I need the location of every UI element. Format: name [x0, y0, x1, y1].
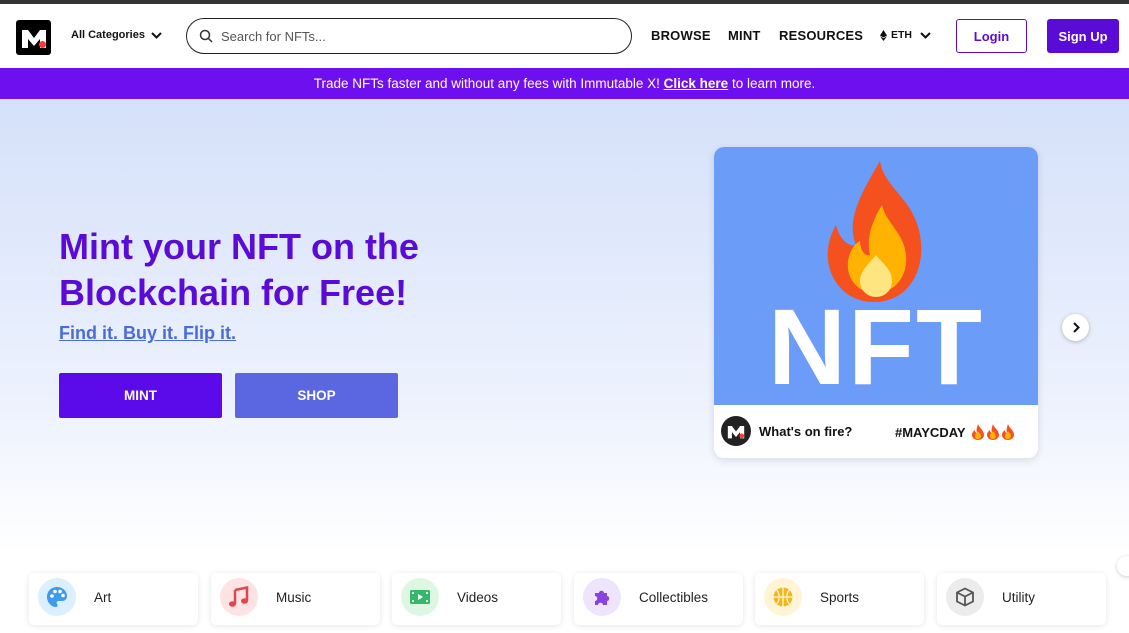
promo-banner: Trade NFTs faster and without any fees w…: [0, 68, 1129, 99]
signup-button[interactable]: Sign Up: [1047, 19, 1119, 53]
currency-selector[interactable]: ETH: [880, 29, 931, 41]
nft-image-text: NFT: [768, 286, 984, 407]
banner-link[interactable]: Click here: [664, 76, 729, 91]
fire-icon: [827, 161, 922, 302]
shop-button[interactable]: SHOP: [235, 373, 398, 418]
card-tag-label: #MAYCDAY: [895, 424, 966, 440]
category-label: Music: [276, 590, 312, 605]
featured-nft-card[interactable]: NFT What's on fire? #MAYCDAY: [714, 147, 1038, 458]
login-button[interactable]: Login: [956, 19, 1027, 53]
category-label: Videos: [457, 590, 499, 605]
card-footer: What's on fire? #MAYCDAY: [714, 405, 1038, 458]
category-sports[interactable]: Sports: [755, 573, 924, 625]
cube-icon: [946, 578, 984, 616]
mint-button[interactable]: MINT: [59, 373, 222, 418]
card-tag: #MAYCDAY: [895, 424, 1015, 440]
all-categories-label: All Categories: [71, 29, 145, 41]
category-videos[interactable]: Videos: [392, 573, 561, 625]
palette-icon: [38, 578, 76, 616]
chevron-right-icon: [1072, 322, 1080, 333]
search-input[interactable]: [221, 28, 601, 44]
category-art[interactable]: Art: [29, 573, 198, 625]
site-logo[interactable]: [16, 20, 51, 55]
category-label: Art: [94, 590, 112, 605]
fire-emoji-icon: [971, 424, 1014, 440]
avatar: [721, 416, 751, 446]
category-label: Collectibles: [639, 590, 709, 605]
category-label: Utility: [1002, 590, 1035, 605]
card-caption: What's on fire?: [759, 424, 853, 439]
currency-label: ETH: [891, 29, 912, 41]
carousel-next-button[interactable]: [1062, 314, 1089, 341]
chevron-down-icon: [920, 31, 931, 39]
puzzle-icon: [583, 578, 621, 616]
header: All Categories BROWSE MINT RESOURCES ETH…: [0, 4, 1129, 68]
m-logo-icon: [21, 29, 46, 48]
hero-title: Mint your NFT on the Blockchain for Free…: [59, 226, 419, 313]
nav-mint[interactable]: MINT: [728, 28, 761, 43]
nav-browse[interactable]: BROWSE: [651, 28, 711, 43]
music-note-icon: [220, 578, 258, 616]
ethereum-icon: [880, 29, 887, 41]
search-icon: [199, 29, 213, 43]
basketball-icon: [764, 578, 802, 616]
category-utility[interactable]: Utility: [937, 573, 1106, 625]
nav-resources[interactable]: RESOURCES: [779, 28, 863, 43]
chevron-down-icon: [151, 31, 162, 39]
search-bar: [186, 18, 632, 54]
m-logo-icon: [727, 425, 745, 438]
category-collectibles[interactable]: Collectibles: [574, 573, 743, 625]
banner-text: Trade NFTs faster and without any fees w…: [313, 76, 660, 91]
all-categories-dropdown[interactable]: All Categories: [71, 29, 162, 41]
film-icon: [401, 578, 439, 616]
banner-text-after: to learn more.: [731, 76, 816, 91]
category-music[interactable]: Music: [211, 573, 380, 625]
featured-nft-image: NFT: [714, 147, 1038, 407]
category-label: Sports: [820, 590, 860, 605]
hero-subtitle-link[interactable]: Find it. Buy it. Flip it.: [59, 323, 236, 344]
